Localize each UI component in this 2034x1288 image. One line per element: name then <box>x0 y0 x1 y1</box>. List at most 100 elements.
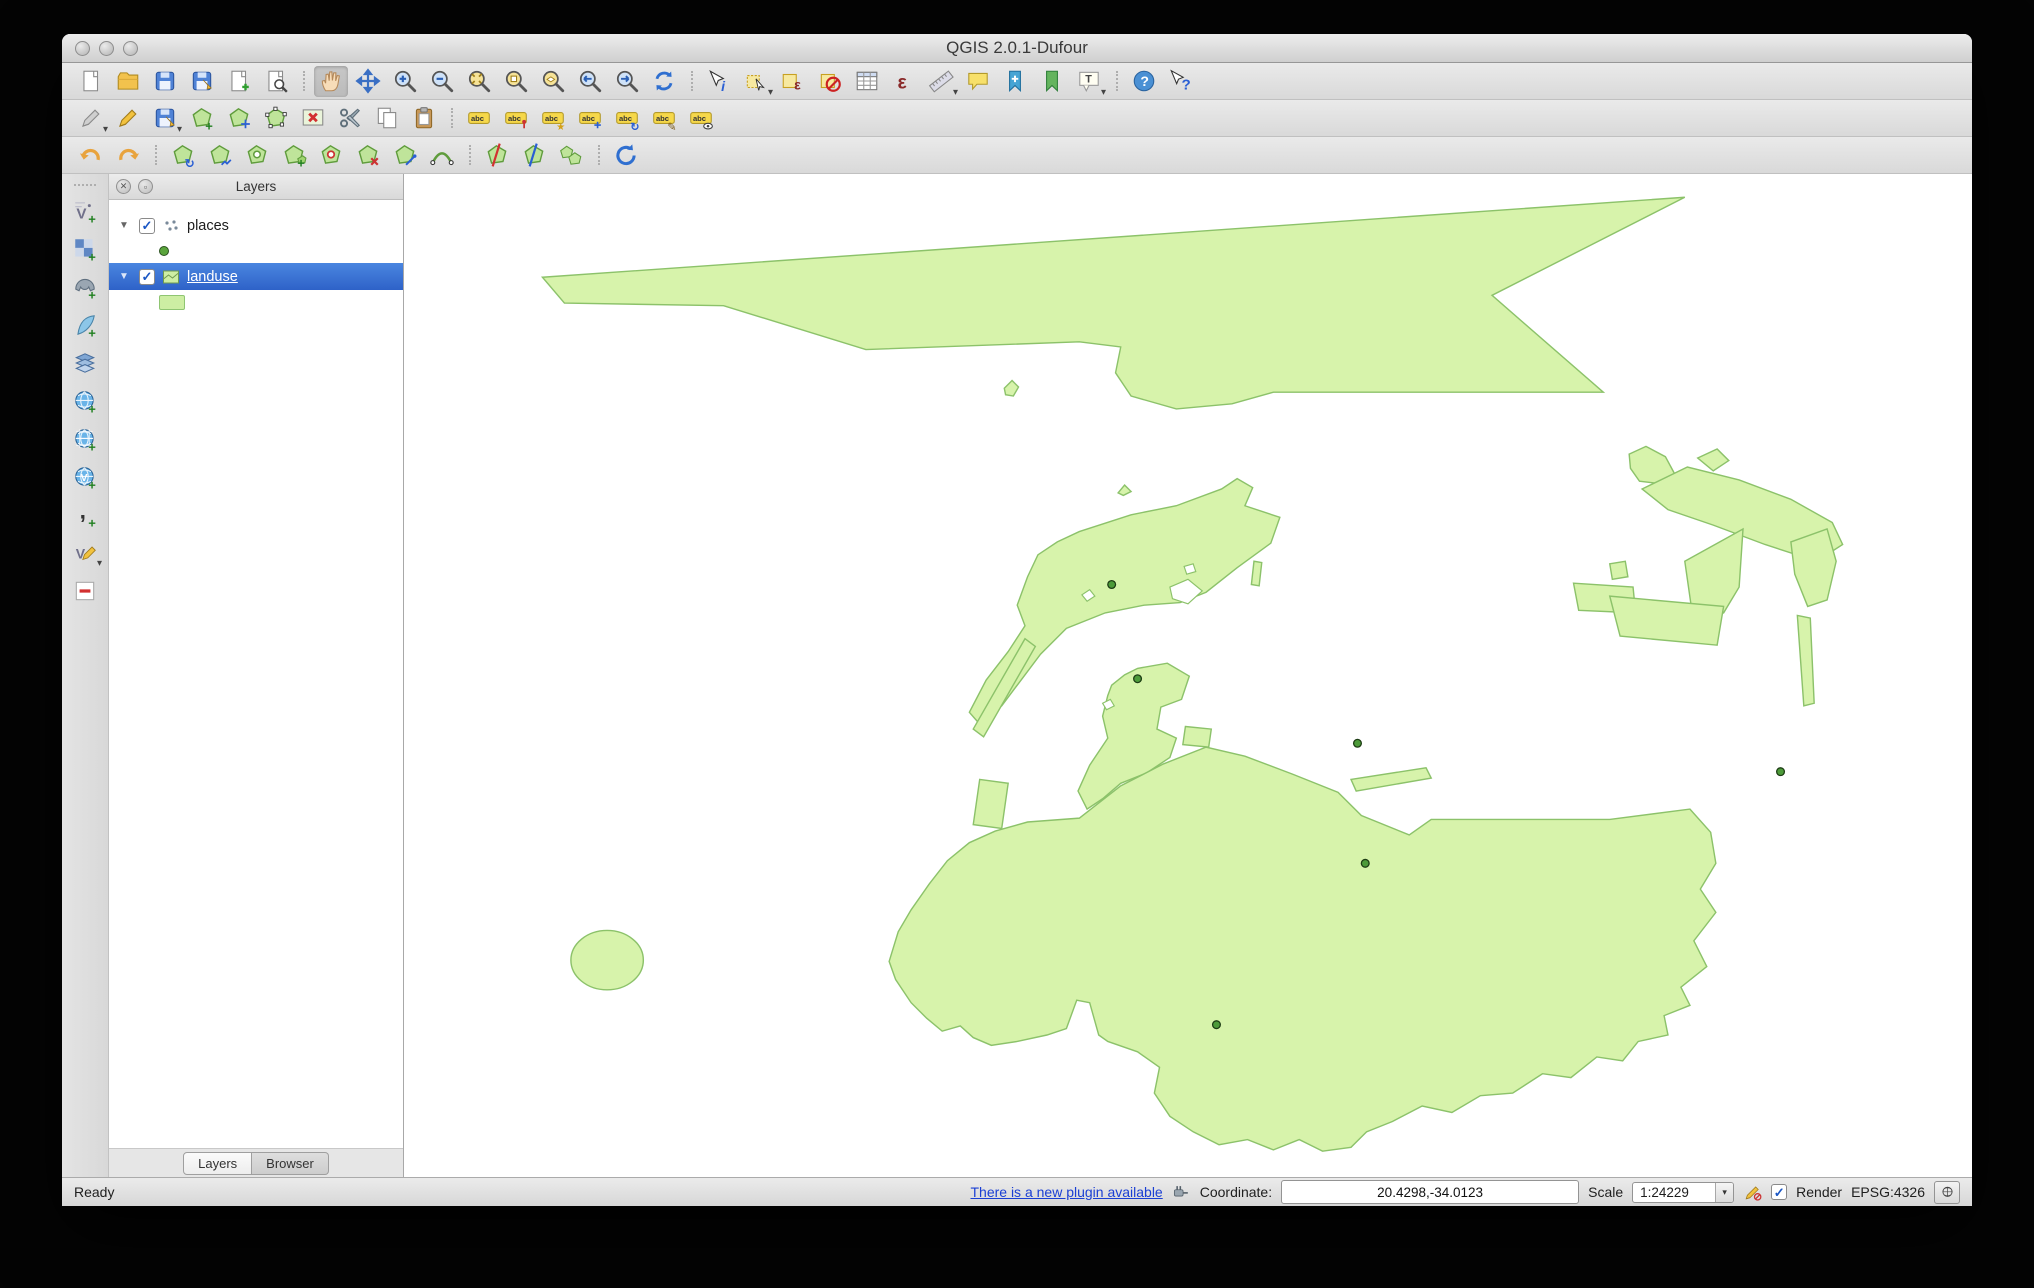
toolbar-handle[interactable] <box>74 184 96 186</box>
places-point[interactable] <box>1108 581 1116 589</box>
landuse-parcel-b[interactable] <box>1118 485 1131 495</box>
disclosure-arrow-icon[interactable]: ▼ <box>119 220 132 231</box>
zoom-last-button[interactable] <box>573 66 607 97</box>
layer-checkbox-landuse[interactable]: ✓ <box>139 269 155 285</box>
simplify-feature-button[interactable] <box>203 140 237 171</box>
pin-unpin-labels-button[interactable]: abc <box>499 103 533 134</box>
save-project-button[interactable] <box>148 66 182 97</box>
new-bookmark-button[interactable] <box>998 66 1032 97</box>
text-annotation-dropdown-arrow[interactable]: ▾ <box>1101 88 1106 98</box>
redo-button[interactable] <box>111 140 145 171</box>
deselect-all-button[interactable] <box>813 66 847 97</box>
new-shapefile-layer-button[interactable]: V▾ <box>68 537 102 568</box>
new-project-button[interactable] <box>74 66 108 97</box>
cut-features-button[interactable] <box>333 103 367 134</box>
panel-tab-layers[interactable]: Layers <box>183 1152 252 1175</box>
close-window-button[interactable] <box>75 41 90 56</box>
measure-button[interactable]: ▾ <box>924 66 958 97</box>
places-point[interactable] <box>1134 675 1142 683</box>
coordinate-input[interactable] <box>1281 1180 1579 1204</box>
delete-selected-button[interactable] <box>296 103 330 134</box>
current-edits-button[interactable]: ▾ <box>74 103 108 134</box>
reshape-features-button[interactable] <box>388 140 422 171</box>
open-project-button[interactable] <box>111 66 145 97</box>
copy-features-button[interactable] <box>370 103 404 134</box>
toggle-editing-button[interactable] <box>111 103 145 134</box>
zoom-to-layer-button[interactable] <box>536 66 570 97</box>
panel-close-button[interactable]: ✕ <box>116 179 131 194</box>
landuse-north-strip[interactable] <box>542 197 1684 409</box>
new-print-composer-button[interactable] <box>222 66 256 97</box>
add-ring-button[interactable] <box>240 140 274 171</box>
render-checkbox[interactable]: ✓ <box>1771 1184 1787 1200</box>
zoom-next-button[interactable] <box>610 66 644 97</box>
places-point[interactable] <box>1361 859 1369 867</box>
show-hide-labels-button[interactable]: abc <box>684 103 718 134</box>
add-feature-button[interactable]: + <box>185 103 219 134</box>
zoom-to-selection-button[interactable] <box>499 66 533 97</box>
select-features-button[interactable]: ▾ <box>739 66 773 97</box>
undo-button[interactable] <box>74 140 108 171</box>
disclosure-arrow-icon[interactable]: ▼ <box>119 271 132 282</box>
title-bar[interactable]: QGIS 2.0.1-Dufour <box>62 34 1972 63</box>
landuse-round-field[interactable] <box>571 930 643 989</box>
remove-layer-button[interactable] <box>68 575 102 606</box>
landuse-parcel-a[interactable] <box>1004 381 1018 396</box>
add-wfs-layer-button[interactable]: V+ <box>68 461 102 492</box>
panel-tab-browser[interactable]: Browser <box>252 1152 329 1175</box>
select-features-dropdown-arrow[interactable]: ▾ <box>768 88 773 98</box>
save-layer-edits-dropdown-arrow[interactable]: ▾ <box>177 125 182 135</box>
help-contents-button[interactable]: ? <box>1127 66 1161 97</box>
layer-row-landuse[interactable]: ▼✓landuse <box>109 263 403 290</box>
map-tips-button[interactable] <box>961 66 995 97</box>
add-spatialite-layer-button[interactable]: + <box>68 309 102 340</box>
minimize-window-button[interactable] <box>99 41 114 56</box>
panel-float-button[interactable]: ▫ <box>138 179 153 194</box>
change-label-properties-button[interactable]: abc✎ <box>647 103 681 134</box>
offset-curve-button[interactable] <box>425 140 459 171</box>
open-attribute-table-button[interactable] <box>850 66 884 97</box>
crs-status-button[interactable] <box>1934 1181 1960 1204</box>
refresh-map-button[interactable] <box>647 66 681 97</box>
paste-features-button[interactable] <box>407 103 441 134</box>
save-layer-edits-button[interactable]: ▾ <box>148 103 182 134</box>
add-mssql-layer-button[interactable] <box>68 347 102 378</box>
add-raster-layer-button[interactable]: + <box>68 233 102 264</box>
zoom-full-extent-button[interactable] <box>462 66 496 97</box>
text-annotation-button[interactable]: T▾ <box>1072 66 1106 97</box>
add-wcs-layer-button[interactable]: + <box>68 423 102 454</box>
scale-dropdown-arrow[interactable]: ▾ <box>1715 1183 1733 1202</box>
landuse-east-3[interactable] <box>1791 529 1836 606</box>
landuse-east-9[interactable] <box>1698 449 1729 471</box>
landuse-east-8[interactable] <box>1610 561 1628 579</box>
map-canvas[interactable] <box>404 174 1972 1177</box>
add-delimited-text-layer-button[interactable]: ,+ <box>68 499 102 530</box>
add-part-button[interactable]: + <box>277 140 311 171</box>
field-calculator-button[interactable]: ε <box>887 66 921 97</box>
zoom-window-button[interactable] <box>123 41 138 56</box>
landuse-east-7[interactable] <box>1797 615 1814 705</box>
landuse-south-main[interactable] <box>889 747 1716 1151</box>
add-wms-layer-button[interactable]: + <box>68 385 102 416</box>
places-point[interactable] <box>1213 1021 1221 1029</box>
measure-dropdown-arrow[interactable]: ▾ <box>953 88 958 98</box>
current-edits-dropdown-arrow[interactable]: ▾ <box>103 125 108 135</box>
delete-part-button[interactable] <box>351 140 385 171</box>
select-by-expression-button[interactable]: ε <box>776 66 810 97</box>
show-bookmarks-button[interactable] <box>1035 66 1069 97</box>
layer-labeling-options-button[interactable]: abc <box>462 103 496 134</box>
layer-checkbox-places[interactable]: ✓ <box>139 218 155 234</box>
move-feature-button[interactable] <box>222 103 256 134</box>
stop-render-icon[interactable] <box>1743 1183 1762 1202</box>
add-vector-layer-button[interactable]: V+ <box>68 195 102 226</box>
add-postgis-layer-button[interactable]: + <box>68 271 102 302</box>
identify-features-button[interactable]: i <box>702 66 736 97</box>
highlight-pinned-labels-button[interactable]: abc★ <box>536 103 570 134</box>
rotate-feature-button[interactable]: ↻ <box>166 140 200 171</box>
rotate-point-symbols-button[interactable] <box>609 140 643 171</box>
landuse-west-strip[interactable] <box>973 779 1008 828</box>
places-point[interactable] <box>1777 768 1785 776</box>
places-point[interactable] <box>1354 739 1362 747</box>
landuse-notch-sliver[interactable] <box>1351 768 1431 791</box>
composer-manager-button[interactable] <box>259 66 293 97</box>
